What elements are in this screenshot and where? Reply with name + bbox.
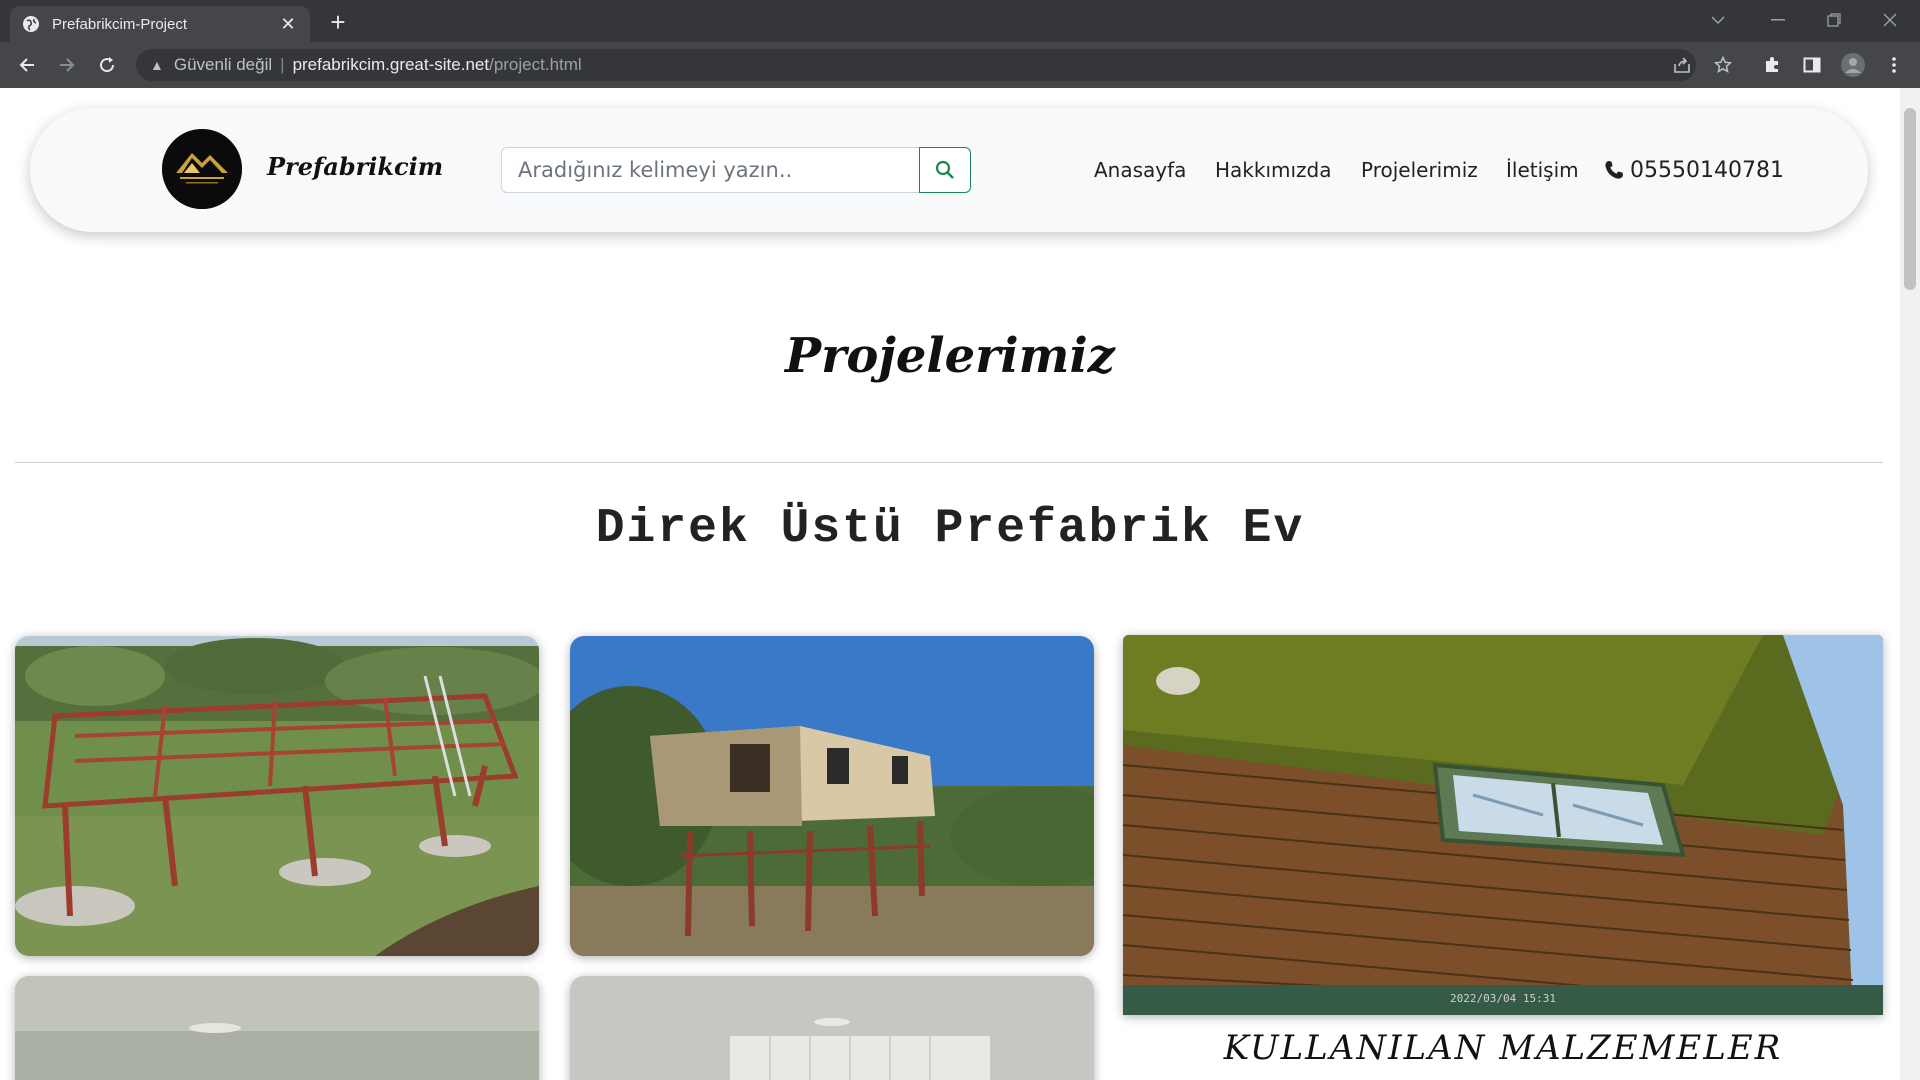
share-icon[interactable] xyxy=(1668,51,1696,79)
web-page: Prefabrikcim Aradığınız kelimeyi yazın..… xyxy=(0,88,1920,1080)
minimize-icon[interactable] xyxy=(1756,6,1800,34)
warning-icon[interactable]: ▲ xyxy=(150,57,164,73)
url-host: prefabrikcim.great-site.net xyxy=(292,55,490,74)
nav-link-anasayfa[interactable]: Anasayfa xyxy=(1094,150,1186,190)
browser-toolbar: ▲ Güvenli değil | prefabrikcim.great-sit… xyxy=(0,42,1920,88)
project-photo-house-on-stilts[interactable] xyxy=(570,636,1094,956)
browser-tab[interactable]: Prefabrikcim-Project ✕ xyxy=(10,6,310,42)
address-bar[interactable]: ▲ Güvenli değil | prefabrikcim.great-sit… xyxy=(136,49,1696,81)
project-photo-interior-kitchen[interactable] xyxy=(570,976,1094,1080)
address-separator: | xyxy=(280,55,285,74)
bookmark-star-icon[interactable] xyxy=(1709,51,1737,79)
new-tab-icon[interactable]: + xyxy=(324,9,352,37)
tab-search-icon[interactable] xyxy=(1696,6,1740,34)
tab-title: Prefabrikcim-Project xyxy=(52,15,188,33)
globe-icon xyxy=(23,16,39,32)
site-logo[interactable] xyxy=(162,129,242,209)
search-input[interactable]: Aradığınız kelimeyi yazın.. xyxy=(501,147,921,193)
feature-caption: KULLANILAN MALZEMELER xyxy=(1223,1028,1783,1068)
search-button[interactable] xyxy=(919,147,971,193)
page-title: Projelerimiz xyxy=(785,328,1115,384)
phone-number: 05550140781 xyxy=(1630,157,1784,183)
restore-icon[interactable] xyxy=(1812,6,1856,34)
project-photo-steel-frame[interactable] xyxy=(15,636,539,956)
browser-menu-icon[interactable] xyxy=(1880,51,1908,79)
phone-link[interactable]: 05550140781 xyxy=(1604,150,1784,190)
phone-icon xyxy=(1605,161,1623,179)
url-path: /project.html xyxy=(489,55,582,74)
search-icon xyxy=(935,160,954,179)
reload-icon[interactable] xyxy=(93,51,121,79)
nav-link-iletisim[interactable]: İletişim xyxy=(1506,150,1579,190)
project-photo-interior-ceiling[interactable] xyxy=(15,976,539,1080)
nav-link-projelerimiz[interactable]: Projelerimiz xyxy=(1361,150,1478,190)
profile-avatar-icon[interactable] xyxy=(1839,51,1867,79)
back-icon[interactable] xyxy=(13,51,41,79)
photo-timestamp: 2022/03/04 15:31 xyxy=(1450,992,1556,1005)
project-photo-wood-cladding[interactable]: 2022/03/04 15:31 xyxy=(1123,635,1883,1015)
site-header: Prefabrikcim Aradığınız kelimeyi yazın..… xyxy=(30,108,1868,232)
security-label[interactable]: Güvenli değil xyxy=(174,55,272,75)
brand-name[interactable]: Prefabrikcim xyxy=(267,152,443,181)
side-panel-icon[interactable] xyxy=(1798,51,1826,79)
close-window-icon[interactable] xyxy=(1868,6,1912,34)
section-divider xyxy=(15,462,1883,463)
forward-icon[interactable] xyxy=(53,51,81,79)
search-placeholder: Aradığınız kelimeyi yazın.. xyxy=(518,158,793,182)
section-title: Direk Üstü Prefabrik Ev xyxy=(595,502,1305,556)
nav-link-hakkimizda[interactable]: Hakkımızda xyxy=(1215,150,1332,190)
extensions-puzzle-icon[interactable] xyxy=(1758,51,1786,79)
browser-tab-bar: Prefabrikcim-Project ✕ + xyxy=(0,0,1920,42)
scrollbar-thumb[interactable] xyxy=(1904,108,1916,290)
close-tab-icon[interactable]: ✕ xyxy=(278,14,298,34)
